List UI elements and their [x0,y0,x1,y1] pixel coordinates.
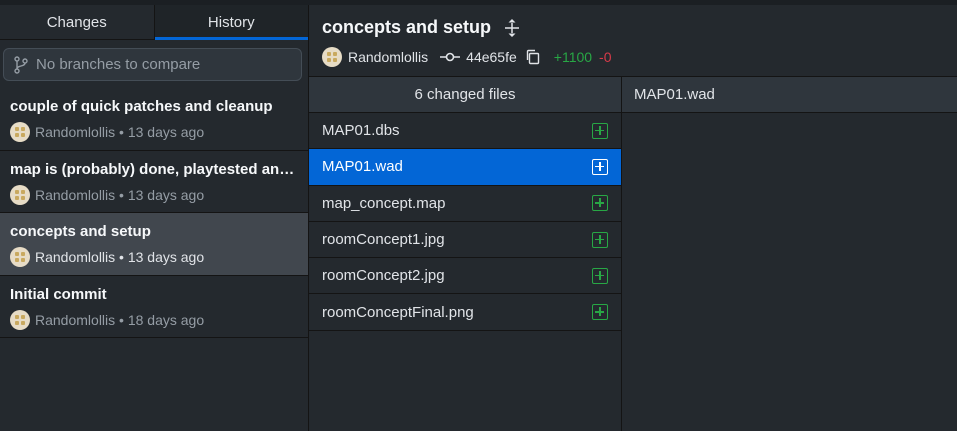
meta-separator: • [115,124,128,140]
file-item[interactable]: MAP01.dbs [309,113,621,150]
meta-separator: • [115,311,128,328]
file-added-icon [592,122,608,139]
commit-title: concepts and setup [10,223,151,240]
commit-author: Randomlollis [35,249,116,265]
commit-summary-title-text: concepts and setup [322,17,492,37]
commit-sha-text: 44e65fe [466,49,517,65]
file-name: map_concept.map [322,194,446,212]
commit-sha: 44e65fe [440,49,517,65]
commit-item-selected[interactable]: concepts and setup Randomlollis • 13 day… [0,213,308,276]
commit-author: Randomlollis [35,124,116,140]
expand-icon[interactable] [503,18,521,38]
file-item[interactable]: roomConcept2.jpg [309,258,621,295]
commit-meta: Randomlollis • 18 days ago [10,309,298,330]
commit-time: 13 days ago [127,186,205,203]
branch-icon [14,55,28,74]
file-name: MAP01.dbs [322,122,400,140]
changed-files-panel: 6 changed files MAP01.dbs MAP01.wad map_… [309,77,622,431]
commit-summary-header: concepts and setup Randomlollis 44e65fe … [309,5,957,77]
commit-author: Randomlollis [35,311,116,328]
commit-meta: Randomlollis • 13 days ago [10,122,298,142]
sidebar-tabs: Changes History [0,5,308,40]
compare-placeholder: No branches to compare [36,56,201,73]
commit-list: couple of quick patches and cleanup Rand… [0,88,308,338]
avatar [10,184,30,205]
commit-meta: Randomlollis • 13 days ago [10,184,298,205]
commit-author: Randomlollis [35,186,116,203]
commit-meta: Randomlollis • 13 days ago [10,247,298,267]
commit-summary-author: Randomlollis [348,49,429,65]
changed-files-count: 6 changed files [309,77,621,113]
file-added-icon [592,231,608,248]
lines-removed: -0 [599,49,612,65]
commit-title: map is (probably) done, playtested and..… [10,160,298,178]
avatar [10,122,30,142]
commit-time: 13 days ago [127,249,205,265]
branch-compare-input[interactable]: No branches to compare [3,48,302,81]
commit-icon [440,52,461,62]
copy-icon[interactable] [525,49,541,65]
file-item[interactable]: roomConcept1.jpg [309,222,621,259]
file-added-icon [592,267,608,284]
file-item[interactable]: map_concept.map [309,186,621,222]
commit-summary-title: concepts and setup [322,17,521,38]
avatar [322,47,342,67]
file-name: MAP01.wad [322,158,403,176]
file-added-icon [592,304,608,321]
commit-title: Initial commit [10,285,107,303]
avatar [10,247,30,267]
file-added-icon [592,195,608,212]
diff-panel: MAP01.wad [622,77,957,431]
file-name: roomConcept2.jpg [322,267,445,285]
commit-time: 18 days ago [127,311,205,328]
commit-title: couple of quick patches and cleanup [10,98,273,115]
lines-added: +1100 [553,49,593,65]
avatar [10,309,30,330]
diff-filename: MAP01.wad [622,77,957,113]
tab-history[interactable]: History [154,5,308,40]
commit-item[interactable]: couple of quick patches and cleanup Rand… [0,88,308,151]
file-name: roomConcept1.jpg [322,231,445,249]
file-item[interactable]: roomConceptFinal.png [309,294,621,331]
meta-separator: • [115,249,128,265]
tab-changes[interactable]: Changes [0,5,155,39]
file-added-icon [592,158,608,175]
commit-item[interactable]: Initial commit Randomlollis • 18 days ag… [0,276,308,338]
commit-summary-meta: Randomlollis 44e65fe +1100 -0 [322,47,612,67]
commit-time: 13 days ago [127,124,205,140]
sidebar: Changes History No branches to compare c… [0,5,309,431]
commit-item[interactable]: map is (probably) done, playtested and..… [0,151,308,213]
meta-separator: • [115,186,128,203]
file-name: roomConceptFinal.png [322,303,474,321]
file-item-selected[interactable]: MAP01.wad [309,149,621,186]
